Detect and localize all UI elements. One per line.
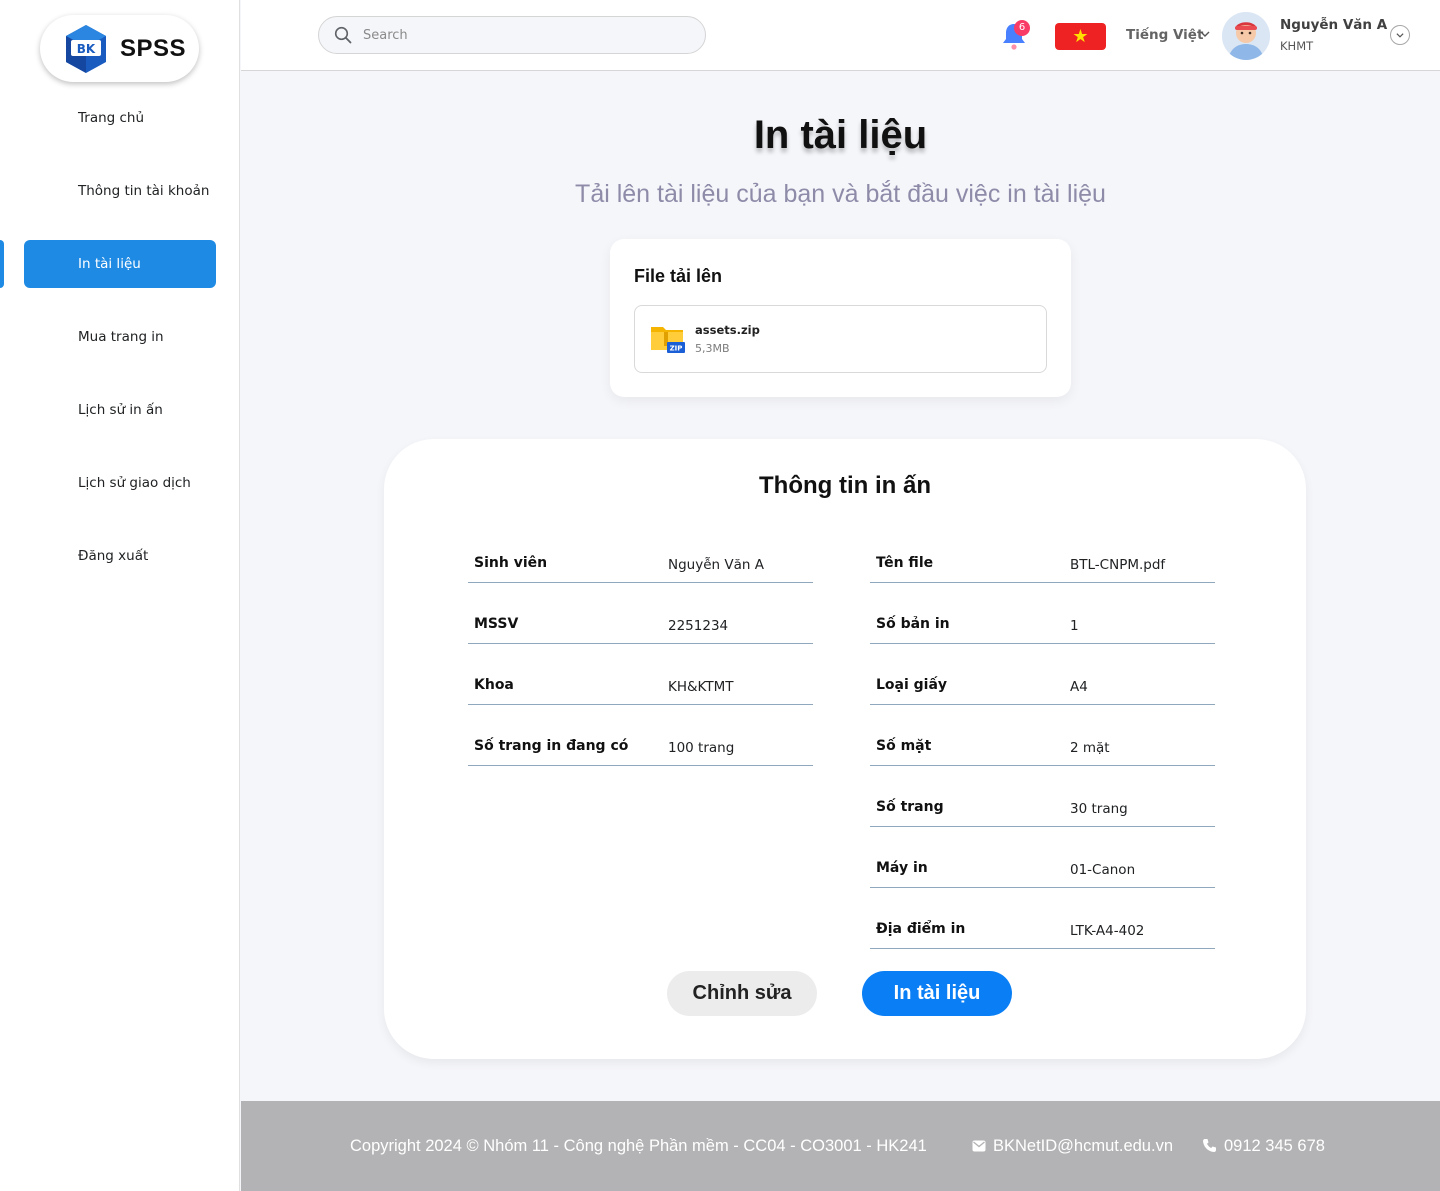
info-row-file-name: Tên file BTL-CNPM.pdf (870, 522, 1215, 583)
language-selector[interactable]: Tiếng Việt (1126, 27, 1203, 43)
info-value: 01-Canon (1070, 862, 1136, 878)
search-bar[interactable] (318, 16, 706, 54)
info-value: KH&KTMT (668, 679, 734, 695)
sidebar-item-home[interactable]: Trang chủ (24, 94, 216, 142)
user-role: KHMT (1280, 39, 1314, 53)
sidebar-item-label: In tài liệu (78, 256, 141, 272)
sidebar-item-print[interactable]: In tài liệu (24, 240, 216, 288)
vietnam-flag-icon[interactable]: ★ (1055, 23, 1106, 50)
info-label: Sinh viên (474, 555, 548, 571)
info-value: LTK-A4-402 (1070, 923, 1145, 939)
page-title: In tài liệu (753, 113, 928, 157)
phone-icon (1203, 1139, 1216, 1152)
upload-title: File tải lên (634, 266, 723, 286)
info-value: 30 trang (1070, 801, 1128, 817)
brand-logo[interactable]: BK SPSS (40, 15, 199, 82)
zip-file-icon: ZIP (651, 327, 685, 353)
info-value: 100 trang (668, 740, 735, 756)
info-row-location: Địa điểm in LTK-A4-402 (870, 888, 1215, 949)
svg-text:ZIP: ZIP (670, 345, 683, 353)
sidebar: BK SPSS Trang chủ Thông tin tài khoản In… (0, 0, 240, 1191)
info-value: Nguyễn Văn A (668, 557, 764, 573)
print-info-card: Thông tin in ấn Sinh viên Nguyễn Văn A M… (384, 439, 1306, 1059)
info-label: Số bản in (876, 616, 950, 632)
info-row-copies: Số bản in 1 (870, 583, 1215, 644)
edit-button[interactable]: Chỉnh sửa (667, 971, 817, 1016)
info-label: Địa điểm in (876, 921, 966, 937)
info-label: Khoa (474, 677, 514, 693)
info-row-available-pages: Số trang in đang có 100 trang (468, 705, 813, 766)
sidebar-item-print-history[interactable]: Lịch sử in ấn (24, 386, 216, 434)
info-label: Số trang (876, 799, 944, 815)
info-value: 1 (1070, 618, 1079, 634)
top-header: 6 ★ Tiếng Việt Nguyễn Văn A KHMT (241, 0, 1440, 71)
brand-name: SPSS (120, 35, 187, 62)
file-name: assets.zip (695, 323, 760, 337)
search-input[interactable] (363, 17, 693, 53)
info-value: BTL-CNPM.pdf (1070, 557, 1166, 573)
print-document-button[interactable]: In tài liệu (862, 971, 1012, 1016)
flag-star-icon: ★ (1072, 26, 1089, 46)
footer-email[interactable]: BKNetID@hcmut.edu.vn (993, 1137, 1173, 1156)
file-size: 5,3MB (695, 342, 730, 355)
page-subtitle: Tải lên tài liệu của bạn và bắt đầu việc… (575, 180, 1106, 208)
info-row-faculty: Khoa KH&KTMT (468, 644, 813, 705)
chevron-down-icon[interactable] (1199, 28, 1211, 40)
sidebar-item-label: Trang chủ (78, 110, 145, 126)
sidebar-item-account[interactable]: Thông tin tài khoản (24, 167, 216, 215)
sidebar-item-label: Lịch sử giao dịch (78, 475, 191, 491)
info-value: A4 (1070, 679, 1088, 695)
sidebar-item-buy-pages[interactable]: Mua trang in (24, 313, 216, 361)
info-row-student-id: MSSV 2251234 (468, 583, 813, 644)
print-info-title: Thông tin in ấn (759, 472, 931, 499)
sidebar-item-label: Mua trang in (78, 329, 164, 345)
info-value: 2 mặt (1070, 740, 1110, 756)
svg-text:BK: BK (77, 42, 96, 56)
info-label: MSSV (474, 616, 519, 632)
uploaded-file-item[interactable]: ZIP assets.zip 5,3MB (634, 305, 1047, 373)
info-row-paper-type: Loại giấy A4 (870, 644, 1215, 705)
user-name: Nguyễn Văn A (1280, 17, 1388, 33)
info-label: Số mặt (876, 738, 932, 754)
upload-card: File tải lên ZIP assets.zip 5,3MB (610, 239, 1071, 397)
active-nav-indicator (0, 240, 4, 288)
user-avatar-icon (1222, 12, 1270, 60)
user-menu-chevron-icon[interactable] (1390, 25, 1410, 45)
footer-copyright: Copyright 2024 © Nhóm 11 - Công nghệ Phầ… (350, 1137, 927, 1155)
info-row-sides: Số mặt 2 mặt (870, 705, 1215, 766)
info-label: Máy in (876, 860, 928, 876)
sidebar-item-logout[interactable]: Đăng xuất (24, 532, 216, 580)
info-label: Số trang in đang có (474, 738, 629, 754)
sidebar-item-label: Đăng xuất (78, 548, 149, 564)
avatar[interactable] (1222, 12, 1270, 60)
sidebar-item-label: Thông tin tài khoản (78, 183, 210, 199)
footer-phone[interactable]: 0912 345 678 (1224, 1137, 1325, 1156)
info-label: Tên file (876, 555, 934, 571)
notification-count-badge: 6 (1014, 20, 1030, 36)
footer: Copyright 2024 © Nhóm 11 - Công nghệ Phầ… (241, 1101, 1440, 1191)
search-icon (334, 26, 352, 44)
info-row-page-count: Số trang 30 trang (870, 766, 1215, 827)
info-row-printer: Máy in 01-Canon (870, 827, 1215, 888)
info-row-student: Sinh viên Nguyễn Văn A (468, 522, 813, 583)
info-label: Loại giấy (876, 677, 948, 693)
bk-logo-icon: BK (66, 25, 106, 73)
info-value: 2251234 (668, 618, 729, 634)
mail-icon (972, 1140, 986, 1152)
sidebar-item-transaction-history[interactable]: Lịch sử giao dịch (24, 459, 216, 507)
sidebar-item-label: Lịch sử in ấn (78, 402, 163, 418)
